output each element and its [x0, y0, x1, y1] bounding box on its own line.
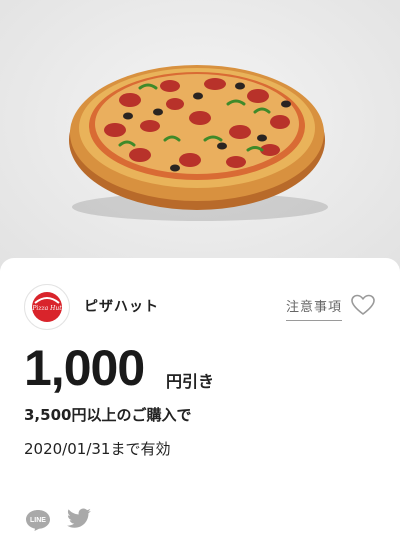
favorite-heart-icon[interactable]: [350, 293, 376, 317]
logo-text: Pizza Hut: [31, 305, 62, 312]
pizza-hut-logo-icon: Pizza Hut: [31, 292, 62, 322]
purchase-condition: 3,500円以上のご購入で: [24, 406, 192, 424]
line-icon[interactable]: LINE: [24, 508, 52, 532]
discount-amount: 1,000: [24, 340, 145, 396]
discount-suffix: 円引き: [166, 372, 215, 391]
pizza-image: [69, 65, 328, 221]
notes-link[interactable]: 注意事項: [286, 296, 343, 321]
brand-row: Pizza Hut ピザハット 注意事項: [24, 284, 384, 330]
hero-image: [0, 0, 400, 270]
validity-date: 2020/01/31まで有効: [24, 440, 171, 458]
twitter-icon[interactable]: [66, 508, 92, 530]
coupon-card: Pizza Hut ピザハット 注意事項 1,000 円引き 3,500円以上の…: [0, 258, 400, 555]
line-icon-label: LINE: [30, 517, 46, 524]
brand-name: ピザハット: [84, 299, 159, 315]
pizza-hut-logo: Pizza Hut: [24, 284, 70, 330]
